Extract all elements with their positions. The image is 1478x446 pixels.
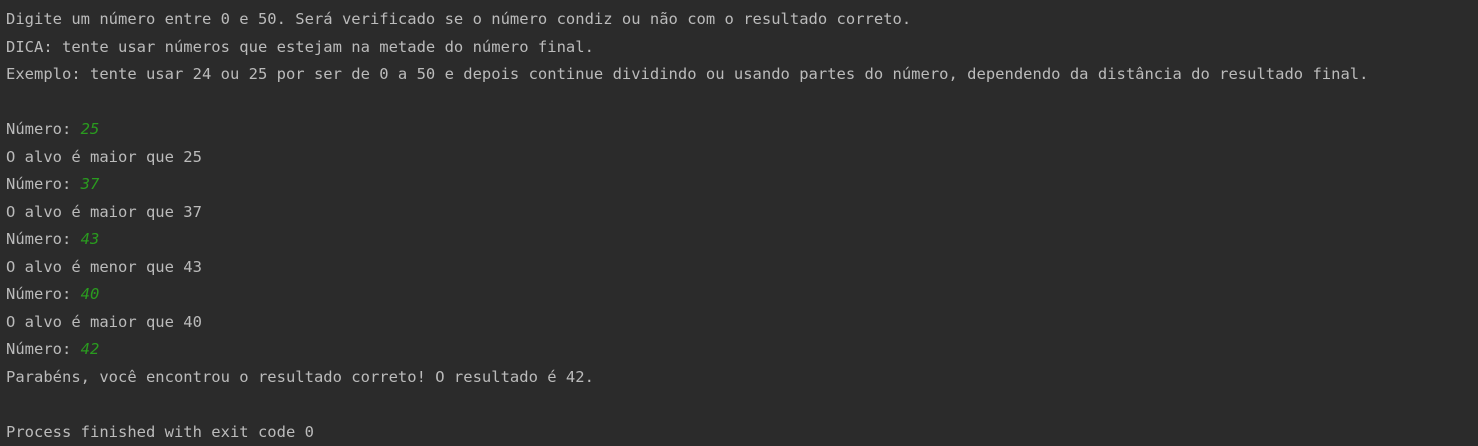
- console-line: O alvo é maior que 37: [6, 199, 1478, 227]
- console-line: Número: 25: [6, 116, 1478, 144]
- prompt-label: Número:: [6, 175, 81, 193]
- prompt-label: Número:: [6, 340, 81, 358]
- user-input: 42: [80, 340, 100, 358]
- console-line: Process finished with exit code 0: [6, 419, 1478, 446]
- output-text: O alvo é menor que 43: [6, 257, 202, 276]
- prompt-label: Número:: [6, 230, 81, 248]
- output-text: O alvo é maior que 40: [6, 312, 202, 331]
- output-text: Exemplo: tente usar 24 ou 25 por ser de …: [6, 65, 1369, 83]
- console-line: O alvo é maior que 25: [6, 144, 1478, 172]
- output-text: Parabéns, você encontrou o resultado cor…: [6, 367, 594, 386]
- output-text: O alvo é maior que 37: [6, 202, 202, 221]
- output-text: Digite um número entre 0 e 50. Será veri…: [6, 10, 912, 28]
- console-line: Digite um número entre 0 e 50. Será veri…: [6, 6, 1478, 34]
- prompt-label: Número:: [6, 285, 81, 303]
- console-line: O alvo é menor que 43: [6, 254, 1478, 282]
- output-text: O alvo é maior que 25: [6, 147, 202, 166]
- console-line: Número: 37: [6, 171, 1478, 199]
- user-input: 40: [80, 285, 100, 303]
- console-line: Número: 40: [6, 281, 1478, 309]
- console-line: Parabéns, você encontrou o resultado cor…: [6, 364, 1478, 392]
- prompt-label: Número:: [6, 120, 81, 138]
- console-line: Exemplo: tente usar 24 ou 25 por ser de …: [6, 61, 1478, 89]
- process-exit-text: Process finished with exit code 0: [6, 422, 314, 441]
- console-line: DICA: tente usar números que estejam na …: [6, 34, 1478, 62]
- console-line: Número: 43: [6, 226, 1478, 254]
- console-output[interactable]: Digite um número entre 0 e 50. Será veri…: [0, 0, 1478, 446]
- user-input: 25: [80, 120, 100, 138]
- user-input: 37: [80, 175, 100, 193]
- console-line: O alvo é maior que 40: [6, 309, 1478, 337]
- output-text: DICA: tente usar números que estejam na …: [6, 37, 594, 56]
- console-line: Número: 42: [6, 336, 1478, 364]
- user-input: 43: [80, 230, 100, 248]
